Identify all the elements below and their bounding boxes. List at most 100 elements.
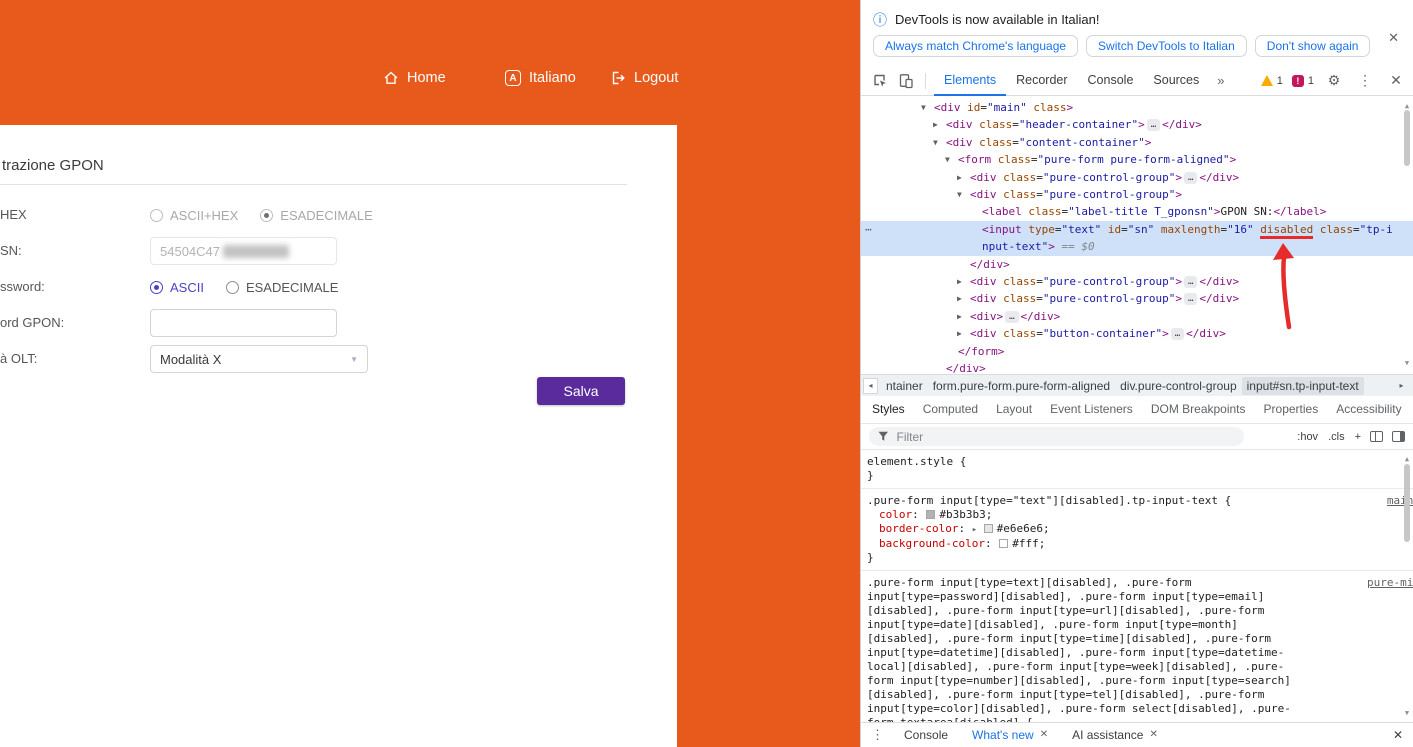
expand-arrow-icon[interactable]: ▶ (957, 273, 962, 290)
radio-option-ascii[interactable]: ASCII (150, 280, 204, 295)
scrollbar-thumb[interactable] (1404, 110, 1410, 166)
rule-selector[interactable]: .pure-form input[type="text"][disabled].… (867, 494, 1231, 507)
computed-panel-icon[interactable] (1370, 431, 1383, 442)
breadcrumb-item[interactable]: div.pure-control-group (1115, 377, 1242, 395)
tree-node[interactable]: ▼<div class="pure-control-group"> (861, 186, 1413, 203)
sidebar-tab-accessibility[interactable]: Accessibility (1327, 396, 1410, 423)
collapsed-children-icon[interactable]: … (1005, 311, 1018, 323)
expand-shorthand-icon[interactable]: ▸ (972, 525, 983, 535)
breadcrumb-item[interactable]: input#sn.tp-input-text (1242, 377, 1364, 395)
radio-option-esadecimale[interactable]: ESADECIMALE (226, 280, 338, 295)
tree-node[interactable]: ▼<form class="pure-form pure-form-aligne… (861, 151, 1413, 168)
tree-node[interactable]: ▶<div class="header-container">…</div> (861, 116, 1413, 133)
scroll-down-icon[interactable]: ▼ (1402, 355, 1412, 372)
gpon-password-input[interactable] (150, 309, 337, 337)
collapsed-children-icon[interactable]: … (1184, 172, 1197, 184)
nav-language[interactable]: A Italiano (505, 62, 576, 94)
sidebar-tab-styles[interactable]: Styles (863, 396, 914, 423)
olt-mode-select[interactable]: Modalità X▼ (150, 345, 368, 373)
tree-node[interactable]: ▶<div class="pure-control-group">…</div> (861, 290, 1413, 307)
tree-node[interactable]: ▶<div class="pure-control-group">…</div> (861, 273, 1413, 290)
drawer-close-icon[interactable]: ✕ (1393, 728, 1403, 742)
color-swatch[interactable] (926, 510, 935, 519)
device-toolbar-icon[interactable] (895, 70, 917, 92)
save-button[interactable]: Salva (537, 377, 625, 405)
nav-home[interactable]: Home (383, 62, 446, 94)
expand-arrow-icon[interactable]: ▶ (957, 325, 962, 342)
collapse-arrow-icon[interactable]: ▼ (921, 99, 926, 116)
tree-node[interactable]: <label class="label-title T_gponsn">GPON… (861, 203, 1413, 220)
drawer-kebab-icon[interactable]: ⋮ (867, 727, 888, 743)
sidebar-tab-layout[interactable]: Layout (987, 396, 1041, 423)
collapsed-children-icon[interactable]: … (1147, 119, 1160, 131)
expand-arrow-icon[interactable]: ▶ (957, 169, 962, 186)
radio-icon[interactable] (150, 209, 163, 222)
devtools-close-icon[interactable]: ✕ (1385, 70, 1407, 92)
collapsed-children-icon[interactable]: … (1171, 328, 1184, 340)
breadcrumb-item[interactable]: form.pure-form.pure-form-aligned (928, 377, 1115, 395)
radio-icon[interactable] (150, 281, 163, 294)
node-menu-icon[interactable]: ⋯ (865, 221, 872, 238)
banner-button-always-match-chrome-s-language[interactable]: Always match Chrome's language (873, 35, 1078, 57)
tree-node[interactable]: ▶<div>…</div> (861, 308, 1413, 325)
close-icon[interactable]: ✕ (1040, 723, 1048, 747)
scroll-down-icon[interactable]: ▼ (1402, 706, 1412, 720)
filter-toggle-hov[interactable]: :hov (1297, 431, 1318, 443)
collapse-arrow-icon[interactable]: ▼ (957, 186, 962, 203)
sidebar-tab-computed[interactable]: Computed (914, 396, 987, 423)
tree-node[interactable]: </form> (861, 343, 1413, 360)
tree-node[interactable]: </div> (861, 256, 1413, 273)
tab-elements[interactable]: Elements (934, 66, 1006, 96)
expand-arrow-icon[interactable]: ▶ (933, 116, 938, 133)
drawer-tab-console[interactable]: Console (894, 723, 958, 747)
color-swatch[interactable] (999, 539, 1008, 548)
tree-node[interactable]: ⋯<input type="text" id="sn" maxlength="1… (861, 221, 1413, 256)
tab-recorder[interactable]: Recorder (1006, 66, 1077, 96)
issues-badge[interactable]: ! 1 (1292, 75, 1314, 87)
collapsed-children-icon[interactable]: … (1184, 276, 1197, 288)
drawer-tab-ai-assistance[interactable]: AI assistance✕ (1062, 723, 1168, 747)
banner-close-icon[interactable]: ✕ (1388, 30, 1399, 46)
sidebar-tab-properties[interactable]: Properties (1255, 396, 1328, 423)
collapse-arrow-icon[interactable]: ▼ (945, 151, 950, 168)
filter-toggle-cls[interactable]: .cls (1328, 431, 1345, 443)
filter-input[interactable] (894, 429, 1235, 445)
sidebar-layout-icon[interactable] (1392, 431, 1405, 442)
banner-button-switch-devtools-to-italian[interactable]: Switch DevTools to Italian (1086, 35, 1247, 57)
element-style-open[interactable]: element.style { (867, 455, 1395, 469)
tree-node[interactable]: ▶<div class="pure-control-group">…</div> (861, 169, 1413, 186)
sidebar-tab-dom-breakpoints[interactable]: DOM Breakpoints (1142, 396, 1255, 423)
collapsed-children-icon[interactable]: … (1184, 293, 1197, 305)
breadcrumb-item[interactable]: ntainer (881, 377, 928, 395)
radio-option-ascii-hex[interactable]: ASCII+HEX (150, 208, 238, 223)
banner-button-don-t-show-again[interactable]: Don't show again (1255, 35, 1371, 57)
tree-node[interactable]: ▶<div class="button-container">…</div> (861, 325, 1413, 342)
css-declaration[interactable]: border-color: ▸ #e6e6e6; (867, 522, 1395, 537)
color-swatch[interactable] (984, 524, 993, 533)
drawer-tab-what-s-new[interactable]: What's new✕ (962, 723, 1058, 747)
sidebar-tab-event-listeners[interactable]: Event Listeners (1041, 396, 1142, 423)
styles-filter[interactable] (869, 427, 1244, 446)
styles-scrollbar[interactable]: ▲ ▼ (1402, 452, 1412, 720)
radio-icon[interactable] (260, 209, 273, 222)
radio-option-esadecimale[interactable]: ESADECIMALE (260, 208, 372, 223)
kebab-menu-icon[interactable]: ⋮ (1354, 70, 1376, 92)
css-declaration[interactable]: background-color: #fff; (867, 537, 1395, 551)
expand-arrow-icon[interactable]: ▶ (957, 308, 962, 325)
breadcrumb-scroll-right-icon[interactable]: ▸ (1394, 378, 1409, 394)
nav-logout[interactable]: Logout (610, 62, 678, 94)
filter-toggle-[interactable]: + (1355, 431, 1361, 443)
tree-node[interactable]: ▼<div id="main" class> (861, 99, 1413, 116)
close-icon[interactable]: ✕ (1149, 723, 1157, 747)
elements-scrollbar[interactable]: ▲ ▼ (1402, 98, 1412, 372)
gpon-sn-input[interactable]: 54504C47 (150, 237, 337, 265)
tree-node[interactable]: </div> (861, 360, 1413, 374)
tab-console[interactable]: Console (1078, 66, 1144, 96)
expand-arrow-icon[interactable]: ▶ (957, 290, 962, 307)
css-declaration[interactable]: color: #b3b3b3; (867, 508, 1395, 522)
warnings-badge[interactable]: 1 (1261, 75, 1283, 87)
collapse-arrow-icon[interactable]: ▼ (933, 134, 938, 151)
radio-icon[interactable] (226, 281, 239, 294)
settings-gear-icon[interactable]: ⚙ (1323, 70, 1345, 92)
tree-node[interactable]: ▼<div class="content-container"> (861, 134, 1413, 151)
